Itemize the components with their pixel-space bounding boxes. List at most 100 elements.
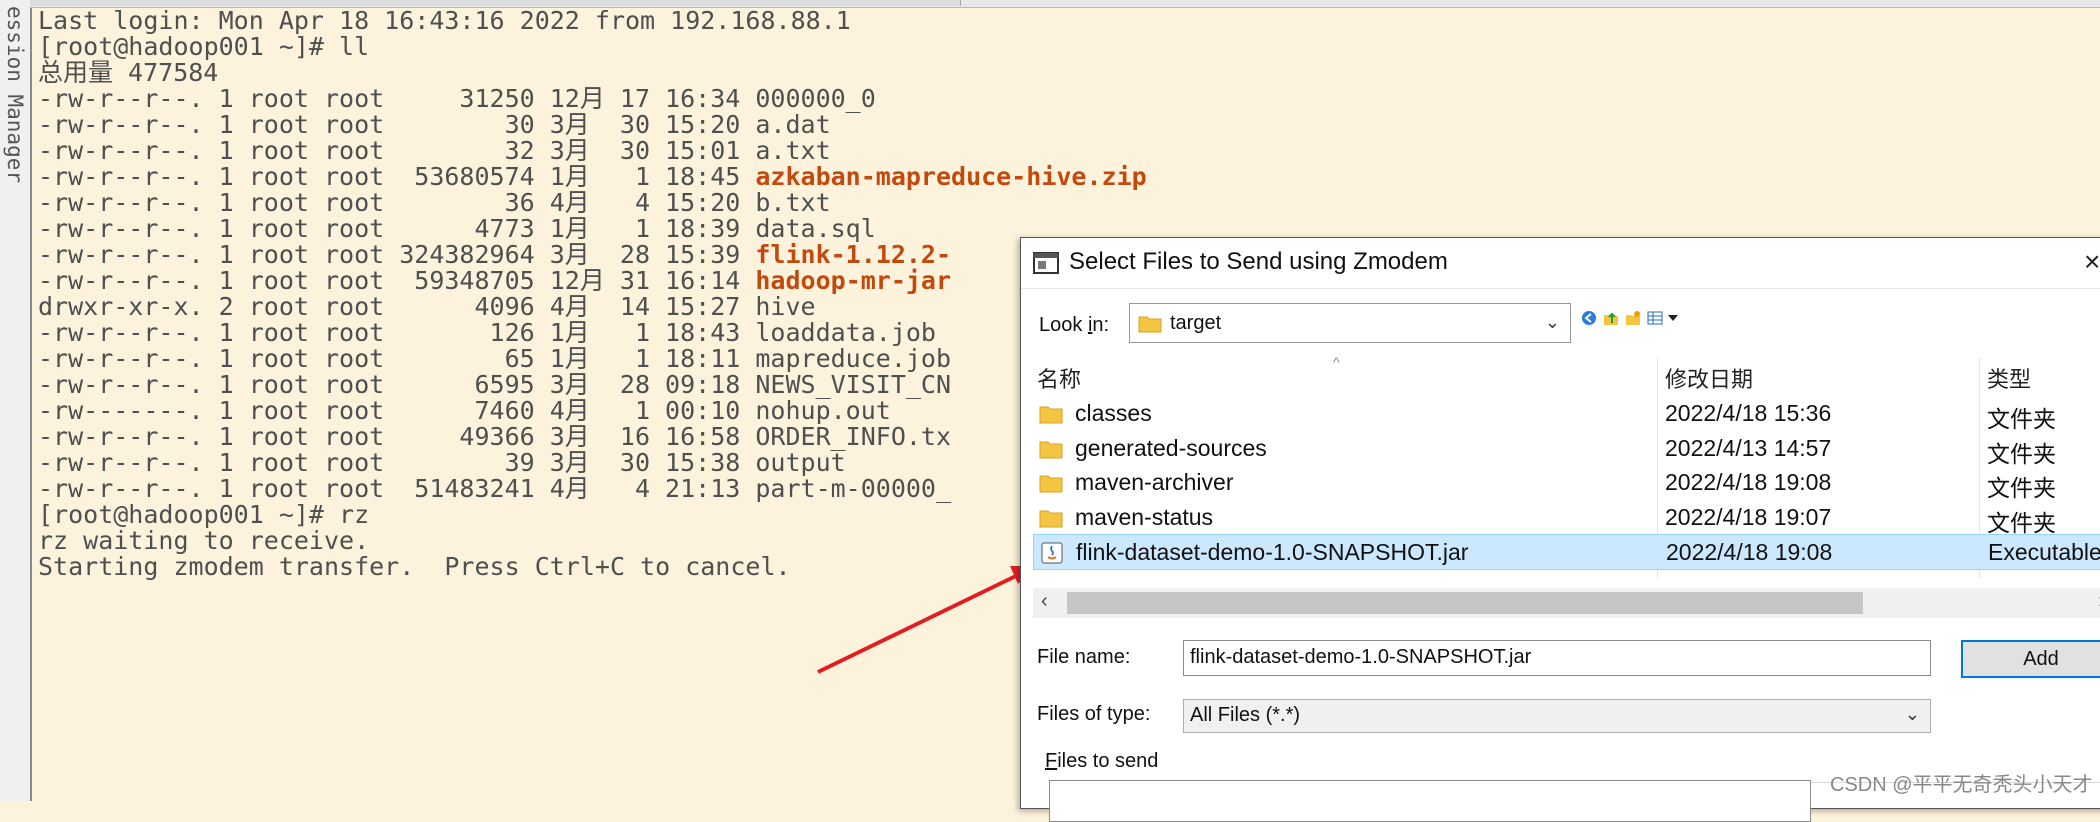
row-type: 文件夹: [1987, 406, 2056, 432]
file-list-row[interactable]: maven-status 2022/4/18 19:07 文件夹: [1033, 500, 2100, 536]
files-to-send-label: Files to send: [1045, 750, 1159, 772]
row-name: flink-dataset-demo-1.0-SNAPSHOT.jar: [1076, 539, 1469, 565]
listing-attrs: -rw-r--r--. 1 root root 36 4月 4 15:20: [38, 188, 756, 217]
listing-attrs: -rw-r--r--. 1 root root 59348705 12月 31 …: [38, 266, 756, 295]
row-type: 文件夹: [1987, 475, 2056, 501]
file-list-row[interactable]: generated-sources 2022/4/13 14:57 文件夹: [1033, 431, 2100, 467]
listing-filename: a.dat: [755, 110, 831, 139]
listing-line: -rw-r--r--. 1 root root 32 3月 30 15:01 a…: [38, 138, 2100, 164]
file-list-row[interactable]: classes 2022/4/18 15:36 文件夹: [1033, 396, 2100, 432]
row-name: maven-status: [1075, 503, 1214, 530]
folder-icon: [1039, 475, 1063, 493]
listing-filename: hive: [755, 292, 816, 321]
row-date: 2022/4/18 19:08: [1666, 539, 1833, 565]
row-type: 文件夹: [1987, 440, 2056, 467]
session-manager-tab[interactable]: ession Manager: [0, 0, 32, 801]
listing-filename: data.sql: [755, 214, 876, 243]
java-jar-icon: [1041, 542, 1063, 564]
listing-attrs: -rw-r--r--. 1 root root 324382964 3月 28 …: [38, 240, 756, 269]
terminal-line: [root@hadoop001 ~]# ll: [38, 32, 370, 61]
listing-attrs: -rw-r--r--. 1 root root 53680574 1月 1 18…: [38, 162, 756, 191]
file-list-row[interactable]: flink-dataset-demo-1.0-SNAPSHOT.jar 2022/…: [1033, 534, 2100, 570]
watermark: CSDN @平平无奇秃头小天才: [1830, 774, 2093, 796]
listing-attrs: -rw-r--r--. 1 root root 51483241 4月 4 21…: [38, 474, 756, 503]
dialog-titlebar[interactable]: Select Files to Send using Zmodem ×: [1021, 238, 2100, 289]
scrollbar-thumb[interactable]: [1067, 592, 1863, 614]
listing-attrs: -rw-r--r--. 1 root root 49366 3月 16 16:5…: [38, 422, 756, 451]
sort-caret-icon: ^: [1333, 354, 1340, 370]
folder-icon: [1138, 316, 1162, 333]
file-name-value: flink-dataset-demo-1.0-SNAPSHOT.jar: [1190, 646, 1532, 668]
listing-attrs: -rw-r--r--. 1 root root 65 1月 1 18:11: [38, 344, 756, 373]
files-to-send-list[interactable]: [1049, 780, 1811, 822]
new-folder-icon[interactable]: [1625, 310, 1641, 326]
folder-icon: [1039, 510, 1063, 527]
row-date: 2022/4/18 19:07: [1665, 503, 1832, 530]
row-date: 2022/4/13 14:57: [1665, 434, 1832, 461]
listing-line: -rw-r--r--. 1 root root 36 4月 4 15:20 b.…: [38, 190, 2100, 216]
listing-attrs: -rw-------. 1 root root 7460 4月 1 00:10: [38, 396, 756, 425]
back-icon[interactable]: [1581, 310, 1597, 326]
folder-icon: [1039, 441, 1063, 458]
file-name-label: File name:: [1037, 646, 1131, 668]
files-of-type-dropdown[interactable]: All Files (*.*) ⌄: [1183, 699, 1931, 733]
zmodem-file-dialog: Select Files to Send using Zmodem × Look…: [1020, 237, 2100, 822]
up-folder-icon[interactable]: [1603, 310, 1619, 326]
listing-attrs: -rw-r--r--. 1 root root 30 3月 30 15:20: [38, 110, 756, 139]
row-type: Executable: [1988, 539, 2100, 565]
lookin-dropdown[interactable]: target ⌄: [1129, 303, 1571, 343]
listing-attrs: drwxr-xr-x. 2 root root 4096 4月 14 15:27: [38, 292, 756, 321]
listing-filename: nohup.out: [755, 396, 891, 425]
row-name: classes: [1075, 400, 1152, 426]
listing-attrs: -rw-r--r--. 1 root root 126 1月 1 18:43: [38, 318, 756, 347]
listing-filename: hadoop-mr-jar: [755, 266, 952, 295]
terminal-line: Last login: Mon Apr 18 16:43:16 2022 fro…: [38, 6, 851, 35]
listing-filename: mapreduce.job: [755, 344, 952, 373]
listing-attrs: -rw-r--r--. 1 root root 32 3月 30 15:01: [38, 136, 756, 165]
chevron-down-icon: ⌄: [1904, 704, 1920, 724]
close-icon[interactable]: ×: [2084, 246, 2100, 278]
listing-attrs: -rw-r--r--. 1 root root 6595 3月 28 09:18: [38, 370, 756, 399]
horizontal-scrollbar[interactable]: ‹ ›: [1033, 588, 2100, 618]
listing-filename: flink-1.12.2-: [755, 240, 952, 269]
session-manager-label: ession Manager: [3, 6, 27, 184]
lookin-label: Look in:: [1039, 314, 1110, 336]
dialog-title: Select Files to Send using Zmodem: [1069, 248, 1448, 275]
row-date: 2022/4/18 15:36: [1665, 400, 1832, 426]
listing-filename: part-m-00000_: [755, 474, 952, 503]
listing-filename: loaddata.job: [755, 318, 936, 347]
row-date: 2022/4/18 19:08: [1665, 469, 1832, 495]
terminal-line: 总用量 477584: [38, 58, 219, 87]
lookin-value: target: [1170, 312, 1222, 334]
app-window-icon: [1033, 252, 1059, 274]
file-list-row[interactable]: maven-archiver 2022/4/18 19:08 文件夹: [1033, 465, 2100, 501]
dialog-toolbar: [1581, 306, 1691, 334]
listing-filename: output: [755, 448, 846, 477]
row-type: 文件夹: [1987, 509, 2056, 536]
column-type-header[interactable]: 类型: [1987, 362, 2031, 394]
listing-filename: b.txt: [755, 188, 831, 217]
scroll-left-icon[interactable]: ‹: [1041, 590, 1048, 613]
chevron-down-icon: ⌄: [1544, 312, 1560, 332]
row-name: generated-sources: [1075, 434, 1267, 461]
listing-line: -rw-r--r--. 1 root root 31250 12月 17 16:…: [38, 86, 2100, 112]
view-menu-icon[interactable]: [1647, 310, 1663, 326]
files-of-type-value: All Files (*.*): [1190, 704, 1301, 726]
view-dropdown-icon[interactable]: [1665, 310, 1681, 326]
listing-filename: a.txt: [755, 136, 831, 165]
column-date-header[interactable]: 修改日期: [1665, 362, 1753, 394]
file-list-header: 名称 ^ 修改日期 类型: [1033, 354, 2100, 578]
listing-attrs: -rw-r--r--. 1 root root 31250 12月 17 16:…: [38, 84, 756, 113]
listing-attrs: -rw-r--r--. 1 root root 39 3月 30 15:38: [38, 448, 756, 477]
listing-filename: ORDER_INFO.tx: [755, 422, 952, 451]
file-name-input[interactable]: flink-dataset-demo-1.0-SNAPSHOT.jar: [1183, 640, 1931, 676]
column-name-header[interactable]: 名称: [1037, 362, 1081, 394]
row-name: maven-archiver: [1075, 469, 1234, 495]
listing-attrs: -rw-r--r--. 1 root root 4773 1月 1 18:39: [38, 214, 756, 243]
listing-filename: azkaban-mapreduce-hive.zip: [755, 162, 1147, 191]
listing-filename: 000000_0: [755, 84, 876, 113]
add-button[interactable]: Add: [1961, 640, 2100, 678]
listing-line: -rw-r--r--. 1 root root 53680574 1月 1 18…: [38, 164, 2100, 190]
listing-filename: NEWS_VISIT_CN: [755, 370, 952, 399]
folder-icon: [1039, 406, 1063, 424]
